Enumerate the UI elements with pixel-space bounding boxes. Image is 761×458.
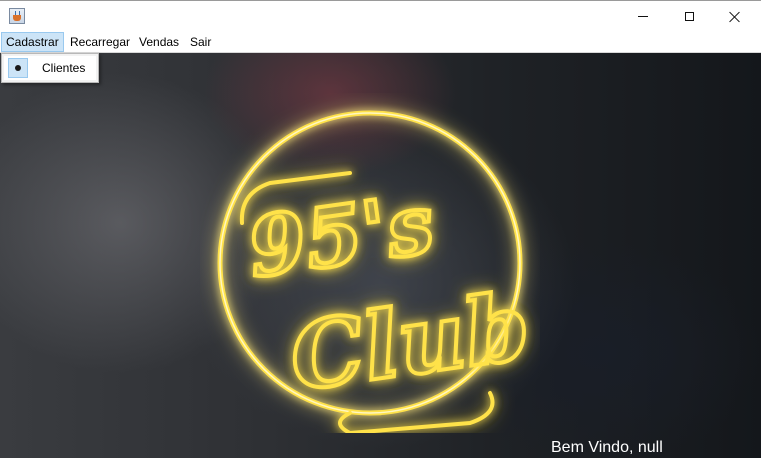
main-window: Cadastrar Recarregar Vendas Sair 95's Cl…	[0, 0, 761, 458]
welcome-label: Bem Vindo, null	[551, 439, 663, 456]
menu-sair[interactable]: Sair	[186, 32, 215, 52]
minimize-icon	[638, 16, 648, 17]
close-icon	[729, 11, 741, 23]
maximize-button[interactable]	[666, 1, 712, 32]
close-button[interactable]	[712, 1, 758, 32]
background-image: 95's Club	[0, 53, 761, 458]
neon-club-logo: 95's Club	[217, 110, 538, 433]
logo-text-club: Club	[284, 272, 536, 412]
menu-recarregar[interactable]: Recarregar	[66, 32, 134, 52]
minimize-button[interactable]	[620, 1, 666, 32]
title-bar[interactable]	[0, 0, 761, 32]
menu-item-clientes[interactable]: Clientes	[4, 56, 96, 80]
menu-bar: Cadastrar Recarregar Vendas Sair	[0, 32, 761, 53]
radio-bullet-icon	[8, 58, 28, 78]
menu-item-clientes-label: Clientes	[42, 61, 86, 75]
menu-cadastrar[interactable]: Cadastrar	[1, 32, 64, 52]
cadastrar-dropdown: Clientes	[1, 53, 99, 83]
logo-text-95s: 95's	[243, 176, 440, 297]
menu-vendas[interactable]: Vendas	[135, 32, 183, 52]
maximize-icon	[684, 12, 694, 21]
java-cup-icon	[9, 8, 25, 24]
